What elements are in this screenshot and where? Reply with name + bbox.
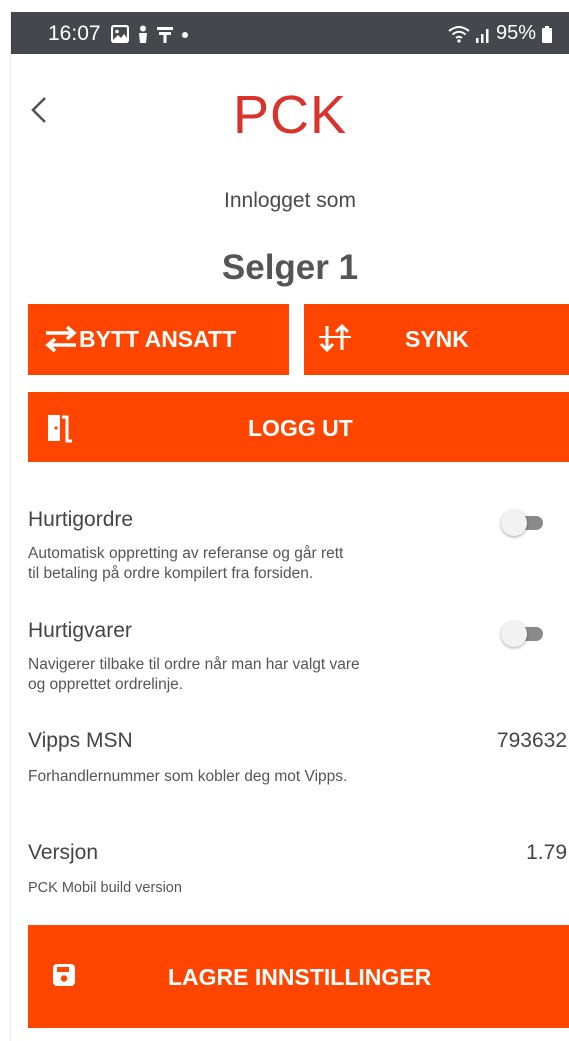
battery-icon: [542, 25, 552, 43]
save-settings-button[interactable]: LAGRE INNSTILLINGER: [28, 925, 569, 1028]
version-description: PCK Mobil build version: [28, 880, 182, 896]
version-value: 1.79: [526, 841, 567, 864]
quick-order-toggle-knob: [501, 510, 527, 536]
gallery-icon: [111, 25, 129, 43]
dot-icon: [182, 32, 188, 38]
quick-items-title: Hurtigvarer: [28, 619, 132, 642]
quick-items-toggle-knob: [501, 621, 527, 647]
floppy-disk-icon: [53, 964, 75, 986]
status-right: 95%: [448, 22, 552, 45]
quick-order-toggle[interactable]: [501, 509, 547, 537]
person-icon: [139, 25, 147, 43]
door-exit-icon: [48, 415, 72, 443]
quick-order-description: Automatisk oppretting av referanse og gå…: [28, 544, 343, 584]
usb-icon: [157, 27, 173, 43]
wifi-icon: [448, 25, 470, 43]
logout-label: LOGG UT: [248, 415, 353, 441]
app-logo: PCK: [232, 85, 348, 145]
logout-button[interactable]: LOGG UT: [28, 392, 569, 462]
vipps-msn-value[interactable]: 793632: [497, 729, 567, 753]
quick-items-desc-line2: og opprettet ordrelinje.: [28, 676, 184, 693]
sync-button[interactable]: SYNK: [304, 304, 569, 375]
swap-arrows-icon: [45, 325, 77, 353]
switch-employee-label: BYTT ANSATT: [79, 326, 237, 352]
battery-level: 95%: [495, 22, 536, 44]
notification-icons: [111, 25, 189, 43]
vipps-msn-description: Forhandlernummer som kobler deg mot Vipp…: [28, 768, 348, 785]
version-title: Versjon: [28, 841, 99, 864]
signal-icon: [475, 28, 489, 43]
app-screen: 16:07 95% PCK Innlogget som Selger 1 BYT…: [10, 12, 569, 1041]
quick-order-title: Hurtigordre: [28, 508, 134, 531]
status-time: 16:07: [48, 22, 101, 45]
sync-label: SYNK: [405, 326, 469, 352]
sync-arrows-icon: [319, 323, 351, 353]
save-settings-label: LAGRE INNSTILLINGER: [168, 964, 432, 990]
quick-items-desc-line1: Navigerer tilbake til ordre når man har …: [28, 656, 360, 673]
logged-in-user: Selger 1: [221, 248, 359, 287]
quick-items-toggle[interactable]: [501, 620, 547, 648]
quick-order-desc-line1: Automatisk oppretting av referanse og gå…: [28, 545, 344, 562]
vipps-msn-title: Vipps MSN: [28, 729, 133, 752]
logged-in-label: Innlogget som: [224, 189, 356, 212]
quick-items-description: Navigerer tilbake til ordre når man har …: [28, 655, 360, 695]
quick-order-desc-line2: til betaling på ordre kompilert fra fors…: [28, 565, 314, 582]
switch-employee-button[interactable]: BYTT ANSATT: [28, 304, 289, 375]
status-bar: 16:07 95%: [11, 12, 569, 54]
